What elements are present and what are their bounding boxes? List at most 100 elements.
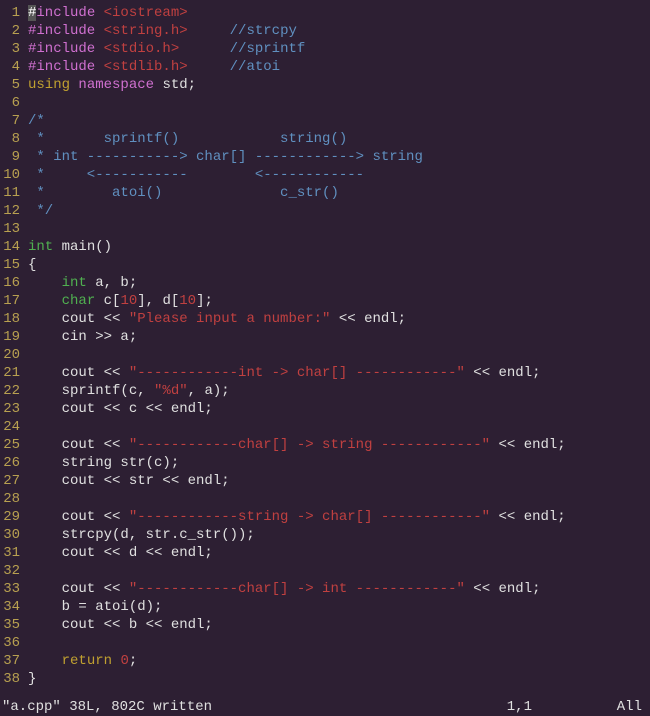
line-content[interactable]: cout << str << endl; — [28, 472, 650, 490]
line-number: 30 — [0, 526, 28, 544]
line-content[interactable]: } — [28, 670, 650, 688]
code-line[interactable]: 4#include <stdlib.h> //atoi — [0, 58, 650, 76]
line-content[interactable] — [28, 490, 650, 508]
line-number: 9 — [0, 148, 28, 166]
code-line[interactable]: 20 — [0, 346, 650, 364]
line-content[interactable]: /* — [28, 112, 650, 130]
line-content[interactable]: #include <iostream> — [28, 4, 650, 22]
code-line[interactable]: 1#include <iostream> — [0, 4, 650, 22]
line-number: 12 — [0, 202, 28, 220]
code-line[interactable]: 22 sprintf(c, "%d", a); — [0, 382, 650, 400]
line-content[interactable]: */ — [28, 202, 650, 220]
line-content[interactable] — [28, 634, 650, 652]
line-number: 21 — [0, 364, 28, 382]
code-line[interactable]: 24 — [0, 418, 650, 436]
line-number: 23 — [0, 400, 28, 418]
line-content[interactable]: cin >> a; — [28, 328, 650, 346]
code-line[interactable]: 37 return 0; — [0, 652, 650, 670]
line-number: 31 — [0, 544, 28, 562]
line-content[interactable]: cout << "------------string -> char[] --… — [28, 508, 650, 526]
code-line[interactable]: 30 strcpy(d, str.c_str()); — [0, 526, 650, 544]
code-line[interactable]: 38} — [0, 670, 650, 688]
line-number: 28 — [0, 490, 28, 508]
code-line[interactable]: 7/* — [0, 112, 650, 130]
code-line[interactable]: 35 cout << b << endl; — [0, 616, 650, 634]
line-content[interactable] — [28, 418, 650, 436]
code-line[interactable]: 13 — [0, 220, 650, 238]
code-line[interactable]: 34 b = atoi(d); — [0, 598, 650, 616]
code-line[interactable]: 26 string str(c); — [0, 454, 650, 472]
code-line[interactable]: 10 * <----------- <------------ — [0, 166, 650, 184]
line-content[interactable] — [28, 220, 650, 238]
line-content[interactable] — [28, 94, 650, 112]
line-number: 33 — [0, 580, 28, 598]
code-line[interactable]: 31 cout << d << endl; — [0, 544, 650, 562]
code-line[interactable]: 36 — [0, 634, 650, 652]
line-content[interactable]: return 0; — [28, 652, 650, 670]
line-content[interactable]: #include <stdio.h> //sprintf — [28, 40, 650, 58]
code-line[interactable]: 8 * sprintf() string() — [0, 130, 650, 148]
code-line[interactable]: 18 cout << "Please input a number:" << e… — [0, 310, 650, 328]
line-content[interactable]: * <----------- <------------ — [28, 166, 650, 184]
line-number: 1 — [0, 4, 28, 22]
line-content[interactable]: cout << "------------int -> char[] -----… — [28, 364, 650, 382]
status-scroll: All — [617, 698, 650, 716]
line-content[interactable]: sprintf(c, "%d", a); — [28, 382, 650, 400]
code-line[interactable]: 11 * atoi() c_str() — [0, 184, 650, 202]
line-content[interactable] — [28, 562, 650, 580]
code-line[interactable]: 25 cout << "------------char[] -> string… — [0, 436, 650, 454]
line-number: 34 — [0, 598, 28, 616]
line-content[interactable]: string str(c); — [28, 454, 650, 472]
line-content[interactable]: strcpy(d, str.c_str()); — [28, 526, 650, 544]
code-line[interactable]: 23 cout << c << endl; — [0, 400, 650, 418]
line-number: 37 — [0, 652, 28, 670]
line-content[interactable]: { — [28, 256, 650, 274]
line-content[interactable]: * atoi() c_str() — [28, 184, 650, 202]
line-number: 11 — [0, 184, 28, 202]
line-content[interactable] — [28, 346, 650, 364]
code-line[interactable]: 19 cin >> a; — [0, 328, 650, 346]
line-content[interactable]: cout << "Please input a number:" << endl… — [28, 310, 650, 328]
code-line[interactable]: 21 cout << "------------int -> char[] --… — [0, 364, 650, 382]
code-line[interactable]: 6 — [0, 94, 650, 112]
line-content[interactable]: cout << b << endl; — [28, 616, 650, 634]
line-number: 5 — [0, 76, 28, 94]
line-number: 20 — [0, 346, 28, 364]
code-line[interactable]: 9 * int -----------> char[] ------------… — [0, 148, 650, 166]
code-line[interactable]: 5using namespace std; — [0, 76, 650, 94]
code-line[interactable]: 12 */ — [0, 202, 650, 220]
code-line[interactable]: 14int main() — [0, 238, 650, 256]
code-line[interactable]: 16 int a, b; — [0, 274, 650, 292]
line-content[interactable]: cout << d << endl; — [28, 544, 650, 562]
line-content[interactable]: * sprintf() string() — [28, 130, 650, 148]
code-line[interactable]: 15{ — [0, 256, 650, 274]
code-line[interactable]: 33 cout << "------------char[] -> int --… — [0, 580, 650, 598]
code-line[interactable]: 29 cout << "------------string -> char[]… — [0, 508, 650, 526]
line-number: 36 — [0, 634, 28, 652]
code-line[interactable]: 32 — [0, 562, 650, 580]
code-editor[interactable]: 1#include <iostream>2#include <string.h>… — [0, 0, 650, 692]
line-content[interactable]: cout << "------------char[] -> int -----… — [28, 580, 650, 598]
code-line[interactable]: 27 cout << str << endl; — [0, 472, 650, 490]
line-content[interactable]: cout << c << endl; — [28, 400, 650, 418]
line-number: 6 — [0, 94, 28, 112]
line-content[interactable]: using namespace std; — [28, 76, 650, 94]
code-line[interactable]: 2#include <string.h> //strcpy — [0, 22, 650, 40]
line-number: 7 — [0, 112, 28, 130]
line-content[interactable]: char c[10], d[10]; — [28, 292, 650, 310]
status-bar: "a.cpp" 38L, 802C written 1,1 All — [0, 698, 650, 716]
line-content[interactable]: int main() — [28, 238, 650, 256]
line-number: 19 — [0, 328, 28, 346]
line-content[interactable]: b = atoi(d); — [28, 598, 650, 616]
line-content[interactable]: #include <string.h> //strcpy — [28, 22, 650, 40]
line-content[interactable]: cout << "------------char[] -> string --… — [28, 436, 650, 454]
code-line[interactable]: 3#include <stdio.h> //sprintf — [0, 40, 650, 58]
code-line[interactable]: 17 char c[10], d[10]; — [0, 292, 650, 310]
line-number: 14 — [0, 238, 28, 256]
line-number: 15 — [0, 256, 28, 274]
line-content[interactable]: int a, b; — [28, 274, 650, 292]
line-number: 10 — [0, 166, 28, 184]
line-content[interactable]: * int -----------> char[] ------------> … — [28, 148, 650, 166]
code-line[interactable]: 28 — [0, 490, 650, 508]
line-content[interactable]: #include <stdlib.h> //atoi — [28, 58, 650, 76]
